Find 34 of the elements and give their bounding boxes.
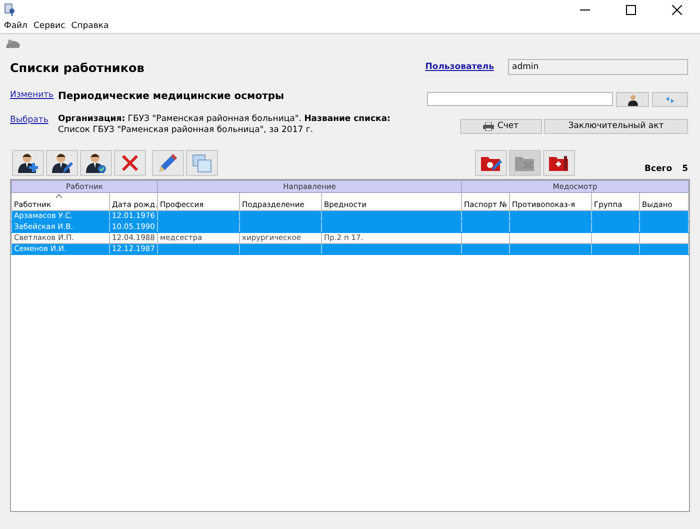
maximize-icon [626,5,636,15]
final-act-button[interactable]: Заключительный акт [544,119,688,134]
folder-medical-icon [548,153,570,173]
arrows-icon [665,96,675,104]
copy-icon [191,152,213,174]
list-heading: Периодические медицинские осмотры [58,90,284,104]
toolbar-button[interactable] [542,150,574,176]
toolbar-button[interactable] [474,150,506,176]
user-field: admin [508,59,688,75]
search-field[interactable] [427,92,613,106]
change-link[interactable]: Изменить [10,90,54,100]
invoice-button[interactable]: Счет [460,119,542,134]
total-count: 5 [682,163,688,176]
total-label: Всего [644,163,672,176]
menu-item[interactable]: Справка [71,20,109,33]
printer-icon [483,122,494,131]
menu-item[interactable]: Файл [4,20,28,33]
page-title: Списки работников [10,60,146,77]
select-link[interactable]: Выбрать [10,115,48,125]
pencil-icon [157,152,179,174]
person-icon [626,94,638,106]
user-link[interactable]: Пользователь [425,60,494,74]
toolbar-button[interactable] [12,150,44,176]
app-icon [4,3,16,16]
add-person-icon [17,152,39,174]
close-icon [672,5,682,15]
person-check-icon [85,152,107,174]
toolbar-button[interactable] [46,150,78,176]
menu-item[interactable]: Сервис [33,20,66,33]
person-button[interactable] [616,92,649,107]
edit-person-icon [51,152,73,174]
mouse-icon [5,39,21,49]
list-details: Организация: ГБУЗ "Раменская районная больница". Название списка: Список ГБУЗ "Раменская районная больница", за 2017 г. [58,114,392,136]
toolbar-button[interactable] [80,150,112,176]
